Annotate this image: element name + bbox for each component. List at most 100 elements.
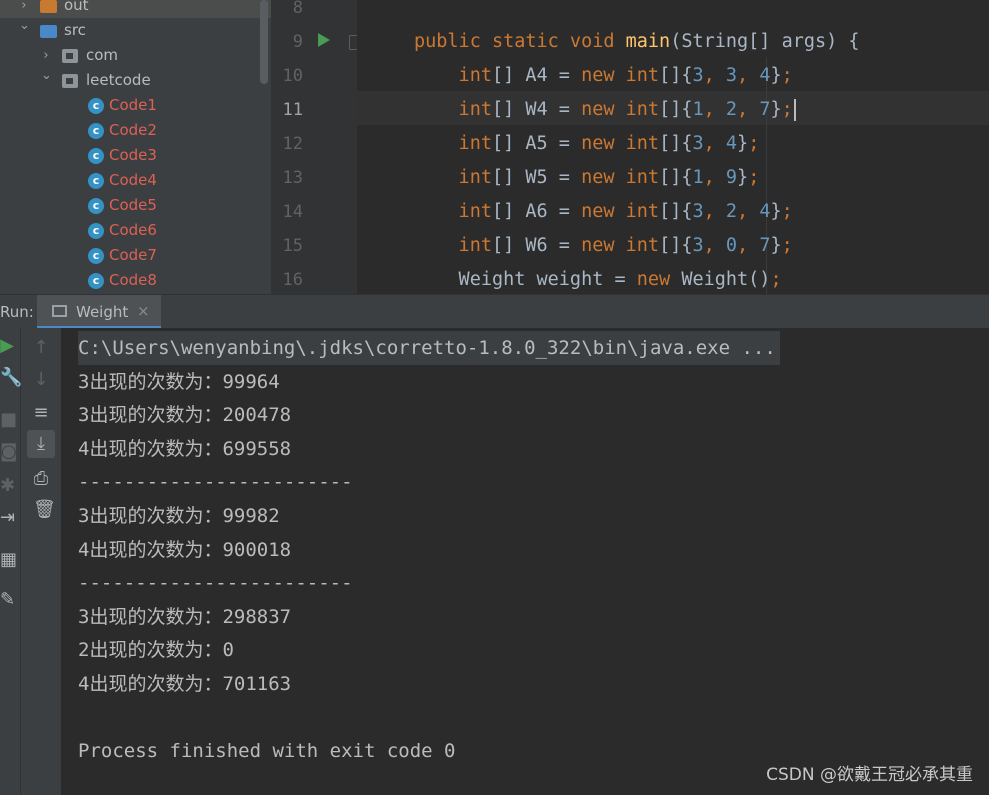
code-line: public static void main(String[] args) {	[414, 25, 860, 59]
print-icon[interactable]: ⎙	[33, 469, 49, 489]
code-token: 1	[692, 99, 704, 120]
up-arrow-icon[interactable]: ↑	[33, 338, 49, 358]
code-token: []{	[659, 167, 693, 188]
tree-item-code5[interactable]: c Code5	[0, 193, 271, 218]
tree-item-label: com	[86, 46, 119, 64]
tree-item-leetcode[interactable]: ⌄ leetcode	[0, 68, 271, 93]
code-token: 4	[725, 133, 738, 154]
code-token: []{	[659, 235, 693, 256]
run-gutter-icon[interactable]	[318, 33, 330, 47]
code-token: ;	[748, 133, 760, 154]
tree-item-code3[interactable]: c Code3	[0, 143, 271, 168]
tree-item-label: Code4	[109, 171, 157, 189]
tree-item-out[interactable]: › out	[0, 0, 271, 18]
console-line: 4出现的次数为：900018	[78, 539, 292, 561]
line-number: 14	[282, 202, 303, 222]
code-line: int[] A5 = new int[]{3, 4};	[414, 127, 760, 161]
scroll-to-end-icon[interactable]: ⤓	[33, 434, 49, 454]
console-line: 3出现的次数为：298837	[78, 606, 292, 628]
tree-item-code7[interactable]: c Code7	[0, 243, 271, 268]
tree-item-label: out	[64, 0, 89, 14]
close-tab-icon[interactable]: ×	[137, 302, 150, 320]
code-token: 4	[759, 201, 771, 222]
class-icon: c	[88, 123, 104, 139]
code-token: ,	[703, 201, 726, 222]
tree-item-src[interactable]: ⌄ src	[0, 18, 271, 43]
console-line: Process finished with exit code 0	[78, 740, 456, 762]
console-line: ------------------------	[78, 471, 353, 493]
down-arrow-icon[interactable]: ↓	[33, 370, 49, 390]
line-number: 15	[282, 236, 303, 256]
source-folder-icon	[40, 25, 57, 38]
line-number: 11	[282, 100, 303, 120]
tree-scrollbar[interactable]	[260, 0, 268, 84]
code-token: 7	[759, 99, 771, 120]
line-number: 12	[282, 134, 303, 154]
class-icon: c	[88, 248, 104, 264]
code-token: [] W4 =	[491, 99, 582, 120]
code-token: [] A4 =	[491, 65, 582, 86]
tab-weight[interactable]: Weight ×	[37, 295, 161, 329]
tree-item-label: src	[64, 21, 86, 39]
tree-item-code4[interactable]: c Code4	[0, 168, 271, 193]
code-token: ,	[703, 133, 726, 154]
code-token: int	[625, 133, 660, 154]
code-token: int	[625, 235, 660, 256]
code-token: int	[414, 99, 492, 120]
soft-wrap-icon[interactable]: ≡	[33, 403, 49, 423]
run-icon[interactable]: ▶	[0, 336, 14, 356]
console-line: ------------------------	[78, 572, 353, 594]
editor-gutter: 8 9 10 11 12 13 14 15 16	[271, 0, 357, 294]
console-line: 4出现的次数为：701163	[78, 673, 292, 695]
code-token: new	[581, 133, 626, 154]
code-token: Weight()	[681, 269, 771, 290]
code-token: 0	[725, 235, 738, 256]
trash-icon[interactable]: 🗑	[33, 500, 56, 520]
code-token: ,	[737, 99, 760, 120]
code-editor[interactable]: public static void main(String[] args) {…	[357, 0, 989, 294]
code-line: int[] W4 = new int[]{1, 2, 7};	[414, 93, 796, 127]
layout-icon[interactable]: ▦	[0, 550, 17, 570]
console-line: 4出现的次数为：699558	[78, 438, 292, 460]
console-line: 3出现的次数为：99964	[78, 371, 280, 393]
code-token: 7	[759, 235, 771, 256]
tree-item-label: Code3	[109, 146, 157, 164]
tree-item-code8[interactable]: c Code8	[0, 268, 271, 293]
class-icon: c	[88, 148, 104, 164]
code-token: }	[770, 201, 782, 222]
code-token: ,	[703, 99, 726, 120]
stop-icon[interactable]: ■	[0, 410, 17, 430]
tree-item-code1[interactable]: c Code1	[0, 93, 271, 118]
chevron-down-icon[interactable]: ⌄	[41, 63, 52, 88]
chevron-down-icon[interactable]: ⌄	[19, 13, 30, 38]
code-token: [] W5 =	[491, 167, 582, 188]
tree-item-code6[interactable]: c Code6	[0, 218, 271, 243]
line-number: 9	[292, 32, 303, 52]
text-caret	[793, 99, 796, 121]
code-token: }	[737, 167, 749, 188]
tree-item-code2[interactable]: c Code2	[0, 118, 271, 143]
wrench-icon[interactable]: 🔧	[0, 368, 22, 388]
code-token: ;	[770, 269, 782, 290]
code-line: int[] W6 = new int[]{3, 0, 7};	[414, 229, 793, 263]
code-token: ;	[781, 65, 793, 86]
tree-item-label: Code8	[109, 271, 157, 289]
code-token: new	[581, 99, 626, 120]
console-output[interactable]: C:\Users\wenyanbing\.jdks\corretto-1.8.0…	[61, 328, 989, 795]
run-label: Run:	[0, 303, 34, 321]
line-number: 13	[282, 168, 303, 188]
tree-item-label: Code7	[109, 246, 157, 264]
package-icon	[62, 49, 78, 63]
code-token: (String[] args) {	[670, 31, 860, 52]
pin-icon[interactable]: ✎	[0, 590, 15, 610]
code-token: int	[414, 201, 492, 222]
code-line: Weight weight = new Weight();	[414, 263, 782, 294]
code-token: ,	[737, 201, 760, 222]
settings-icon[interactable]: ✱	[0, 476, 15, 496]
code-line: int[] A6 = new int[]{3, 2, 4};	[414, 195, 793, 229]
camera-icon[interactable]: ◙	[0, 442, 17, 462]
code-token: ,	[703, 167, 726, 188]
login-icon[interactable]: ⇥	[0, 508, 15, 528]
code-token: 1	[692, 167, 704, 188]
code-token: ;	[748, 167, 760, 188]
